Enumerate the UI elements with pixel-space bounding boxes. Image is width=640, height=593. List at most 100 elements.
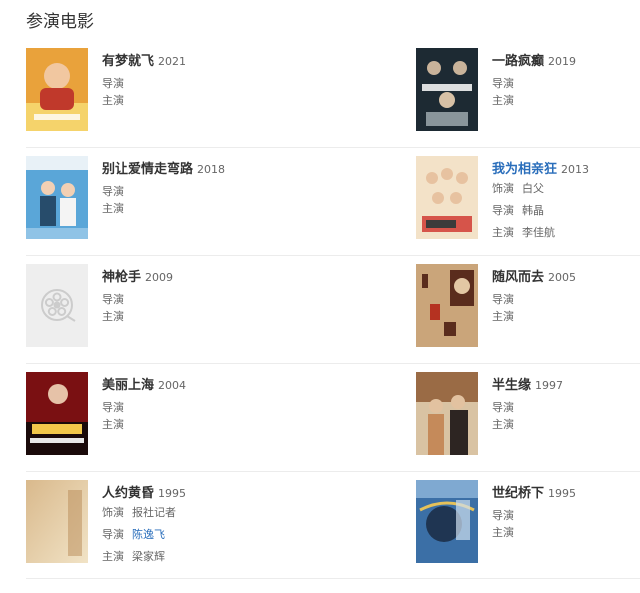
movie-year: 1997: [535, 379, 564, 392]
movie-poster[interactable]: [416, 264, 478, 347]
movie-poster[interactable]: [26, 156, 88, 239]
credit-list: 导演 主演: [492, 507, 640, 541]
movie-item[interactable]: 有梦就飞 2021 导演 主演: [26, 48, 326, 132]
movie-item[interactable]: 半生缘 1997 导演主演: [416, 372, 640, 456]
credit-list: 导演 主演: [102, 291, 332, 325]
film-reel-placeholder-icon[interactable]: [26, 264, 88, 347]
movie-title[interactable]: 半生缘: [492, 378, 531, 393]
movie-row: 人约黄昏 1995 饰演 报社记者 导演 陈逸飞 主演 梁家辉 世纪桥下 1995 导演 主演: [26, 472, 640, 579]
credit-line: 导演: [102, 183, 332, 200]
movie-item[interactable]: 我为相亲狂 2013 饰演 白父 导演 韩晶 主演 李佳航: [416, 156, 640, 240]
movie-row: 别让爱情走弯路 2018 导演主演 我为相亲狂 2013 饰演 白父 导演 韩晶 主演 李佳航: [26, 148, 640, 256]
movie-year: 2004: [158, 379, 187, 392]
credit-line: 饰演 报社记者: [102, 502, 332, 524]
credit-role: 导演: [492, 509, 514, 522]
movie-item[interactable]: 神枪手 2009 导演 主演: [26, 264, 326, 348]
credit-role: 导演: [492, 293, 514, 306]
credit-role: 导演: [102, 401, 124, 414]
section-title: 参演电影: [26, 12, 94, 32]
movie-title-line: 世纪桥下 1995: [492, 482, 640, 502]
movie-row: 神枪手 2009 导演 主演 随风而去 2005 导演 主演: [26, 256, 640, 364]
movie-title-line: 随风而去 2005: [492, 266, 640, 286]
movie-item[interactable]: 美丽上海 2004 导演主演: [26, 372, 326, 456]
credit-role: 主演: [492, 310, 514, 323]
credit-line: 导演: [492, 507, 640, 524]
movie-year: 2019: [548, 55, 577, 68]
credit-list: 导演 主演: [492, 75, 640, 109]
movie-year: 2005: [548, 271, 577, 284]
movie-item[interactable]: 别让爱情走弯路 2018 导演 主演: [26, 156, 326, 240]
credit-role: 导演: [102, 528, 124, 541]
credit-line: 主演: [492, 524, 640, 541]
credit-line: 主演: [492, 92, 640, 109]
credit-person[interactable]: 陈逸飞: [132, 528, 165, 541]
movie-year: 2013: [561, 163, 590, 176]
credit-line: 导演: [492, 291, 640, 308]
movie-item[interactable]: 随风而去 2005 导演主演: [416, 264, 640, 348]
credit-role: 主演: [102, 202, 124, 215]
movie-row: 有梦就飞 2021 导演 主演 一路疯癫 2019 导演 主演: [26, 40, 640, 148]
movie-title-line: 半生缘 1997: [492, 374, 640, 394]
movie-year: 2021: [158, 55, 187, 68]
credit-person: 韩晶: [522, 204, 544, 217]
credit-line: 主演: [492, 308, 640, 325]
credit-line: 主演: [102, 308, 332, 325]
credit-person: 报社记者: [132, 506, 176, 519]
credit-list: 导演 主演: [492, 291, 640, 325]
movie-poster[interactable]: [416, 480, 478, 563]
credit-role: 主演: [492, 226, 514, 239]
movie-title[interactable]: 人约黄昏: [102, 486, 154, 501]
movie-year: 2018: [197, 163, 226, 176]
credit-line: 导演: [102, 399, 332, 416]
movie-title[interactable]: 我为相亲狂: [492, 162, 557, 177]
movie-title[interactable]: 美丽上海: [102, 378, 154, 393]
movie-title[interactable]: 随风而去: [492, 270, 544, 285]
movie-year: 1995: [548, 487, 577, 500]
credit-line: 导演: [492, 399, 640, 416]
movie-title-line: 神枪手 2009: [102, 266, 332, 286]
movie-poster[interactable]: [26, 480, 88, 563]
credit-role: 饰演: [102, 506, 124, 519]
movie-poster[interactable]: [416, 156, 478, 239]
credit-line: 主演: [102, 416, 332, 433]
credit-list: 饰演 白父 导演 韩晶 主演 李佳航: [492, 178, 640, 244]
credit-role: 主演: [492, 94, 514, 107]
credit-line: 导演 陈逸飞: [102, 524, 332, 546]
movie-title-line: 别让爱情走弯路 2018: [102, 158, 332, 178]
movie-item[interactable]: 人约黄昏 1995 饰演 报社记者 导演 陈逸飞 主演 梁家辉: [26, 480, 326, 564]
credit-line: 导演: [492, 75, 640, 92]
movie-title[interactable]: 有梦就飞: [102, 54, 154, 69]
credit-role: 饰演: [492, 182, 514, 195]
movie-title-line: 我为相亲狂 2013: [492, 158, 640, 178]
movie-info: 别让爱情走弯路 2018 导演主演: [102, 158, 332, 217]
movie-poster[interactable]: [26, 372, 88, 455]
movie-poster[interactable]: [26, 48, 88, 131]
credit-line: 主演: [492, 416, 640, 433]
movie-info: 我为相亲狂 2013 饰演 白父 导演 韩晶 主演 李佳航: [492, 158, 640, 244]
credit-role: 主演: [102, 550, 124, 563]
movie-title[interactable]: 神枪手: [102, 270, 141, 285]
credit-role: 导演: [492, 401, 514, 414]
movie-title[interactable]: 别让爱情走弯路: [102, 162, 193, 177]
movie-info: 有梦就飞 2021 导演 主演: [102, 50, 332, 109]
credit-person: 梁家辉: [132, 550, 165, 563]
credit-role: 主演: [102, 418, 124, 431]
credit-list: 导演 主演: [102, 399, 332, 433]
credit-role: 主演: [492, 418, 514, 431]
credit-list: 导演 主演: [102, 75, 332, 109]
movie-poster[interactable]: [416, 48, 478, 131]
movie-grid: 有梦就飞 2021 导演 主演 一路疯癫 2019 导演 主演 别让爱情走弯路 …: [26, 40, 640, 579]
movie-title[interactable]: 一路疯癫: [492, 54, 544, 69]
credit-role: 导演: [102, 77, 124, 90]
movie-row: 美丽上海 2004 导演主演 半生缘 1997 导演主演: [26, 364, 640, 472]
movie-title-line: 美丽上海 2004: [102, 374, 332, 394]
credit-line: 导演: [102, 75, 332, 92]
movie-item[interactable]: 世纪桥下 1995 导演主演: [416, 480, 640, 564]
credit-line: 主演: [102, 200, 332, 217]
credit-list: 导演 主演: [102, 183, 332, 217]
movie-title-line: 一路疯癫 2019: [492, 50, 640, 70]
movie-item[interactable]: 一路疯癫 2019 导演主演: [416, 48, 640, 132]
movie-title[interactable]: 世纪桥下: [492, 486, 544, 501]
movie-info: 随风而去 2005 导演主演: [492, 266, 640, 325]
movie-poster[interactable]: [416, 372, 478, 455]
